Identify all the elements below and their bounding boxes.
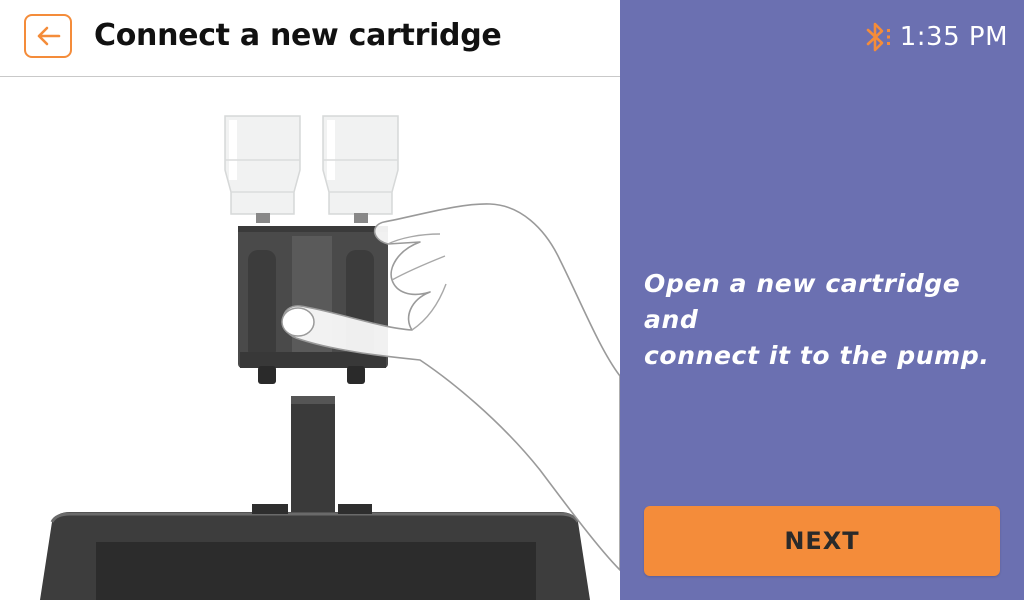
next-button[interactable]: NEXT	[644, 506, 1000, 576]
cartridge-illustration	[40, 115, 620, 600]
status-bar: 1:35 PM	[860, 20, 1008, 54]
back-button[interactable]	[24, 14, 72, 58]
header: Connect a new cartridge	[0, 0, 620, 77]
page-title: Connect a new cartridge	[94, 18, 502, 53]
instruction-line-1: Open a new cartridge and	[644, 269, 961, 334]
right-panel: 1:35 PM Open a new cartridge and connect…	[620, 0, 1024, 600]
next-button-label: NEXT	[784, 527, 860, 555]
instruction-text: Open a new cartridge and connect it to t…	[644, 266, 1004, 374]
arrow-left-icon	[37, 26, 61, 46]
left-pane: Connect a new cartridge	[0, 0, 620, 600]
instruction-line-2: connect it to the pump.	[644, 341, 990, 370]
clock: 1:35 PM	[899, 22, 1008, 52]
bluetooth-icon	[866, 22, 890, 52]
